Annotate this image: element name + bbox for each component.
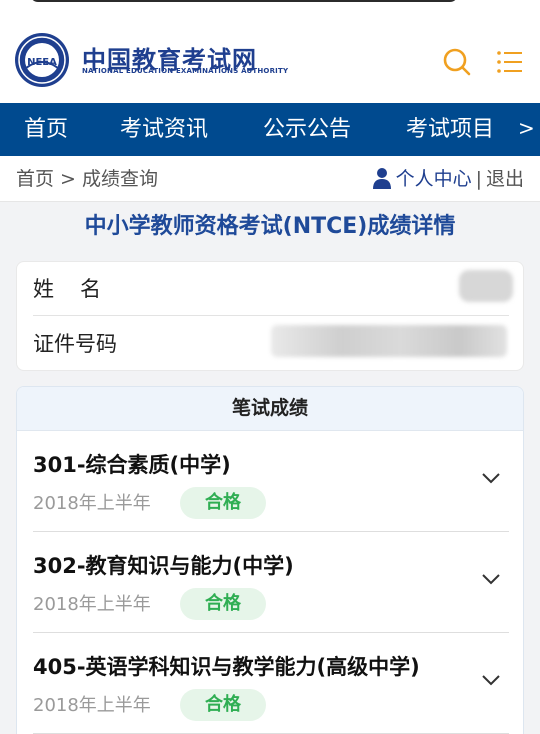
user-area: 个人中心 | 退出 — [372, 156, 524, 202]
chevron-down-icon[interactable] — [481, 673, 501, 687]
person-icon[interactable] — [372, 167, 392, 189]
subject-name: 301-综合素质(中学) — [33, 453, 231, 477]
subject-item[interactable]: 301-综合素质(中学) 2018年上半年 合格 — [33, 431, 509, 532]
neea-logo-icon[interactable]: NEEA — [14, 32, 70, 88]
search-icon[interactable] — [443, 48, 471, 76]
nav-item-notices[interactable]: 公示公告 — [263, 103, 351, 156]
status-bar-edge — [30, 0, 458, 2]
main-nav: 首页 考试资讯 公示公告 考试项目 > — [0, 103, 540, 156]
candidate-info-card: 姓名 证件号码 — [16, 261, 524, 371]
status-badge: 合格 — [180, 487, 266, 519]
subject-term: 2018年上半年 — [33, 695, 151, 716]
nav-item-home[interactable]: 首页 — [24, 103, 68, 156]
status-badge: 合格 — [180, 689, 266, 721]
subject-item[interactable]: 302-教育知识与能力(中学) 2018年上半年 合格 — [33, 532, 509, 633]
subject-term: 2018年上半年 — [33, 493, 151, 514]
chevron-down-icon[interactable] — [481, 572, 501, 586]
page-title: 中小学教师资格考试(NTCE)成绩详情 — [84, 214, 456, 239]
subject-term: 2018年上半年 — [33, 594, 151, 615]
name-value-redacted — [459, 270, 513, 302]
user-area-separator: | — [475, 168, 482, 190]
written-scores-card: 笔试成绩 301-综合素质(中学) 2018年上半年 合格 302-教育知识与能… — [16, 386, 524, 734]
site-logo-subtitle: NATIONAL EDUCATION EXAMINATIONS AUTHORIT… — [82, 67, 289, 75]
status-badge: 合格 — [180, 588, 266, 620]
breadcrumb[interactable]: 首页 > 成绩查询 — [16, 156, 158, 202]
subject-item[interactable]: 405-英语学科知识与教学能力(高级中学) 2018年上半年 合格 — [33, 633, 509, 734]
user-center-link[interactable]: 个人中心 — [396, 168, 472, 190]
breadcrumb-bar: 首页 > 成绩查询 个人中心 | 退出 — [0, 156, 540, 202]
chevron-down-icon[interactable] — [481, 471, 501, 485]
site-header: NEEA 中国教育考试网 NATIONAL EDUCATION EXAMINAT… — [0, 14, 540, 103]
subject-name: 302-教育知识与能力(中学) — [33, 554, 294, 578]
logout-link[interactable]: 退出 — [486, 168, 524, 190]
nav-item-news[interactable]: 考试资讯 — [120, 103, 208, 156]
nav-more-arrow[interactable]: > — [518, 103, 535, 156]
subject-name: 405-英语学科知识与教学能力(高级中学) — [33, 655, 420, 679]
id-number-label: 证件号码 — [33, 332, 117, 356]
logo-emblem-text: NEEA — [27, 57, 57, 68]
info-row-name: 姓名 — [33, 262, 509, 316]
written-scores-header: 笔试成绩 — [17, 387, 523, 431]
top-sliver — [0, 0, 540, 14]
menu-icon[interactable] — [497, 50, 523, 74]
name-label: 姓名 — [33, 277, 127, 301]
nav-item-exams[interactable]: 考试项目 — [406, 103, 494, 156]
id-number-value-redacted — [271, 325, 507, 357]
